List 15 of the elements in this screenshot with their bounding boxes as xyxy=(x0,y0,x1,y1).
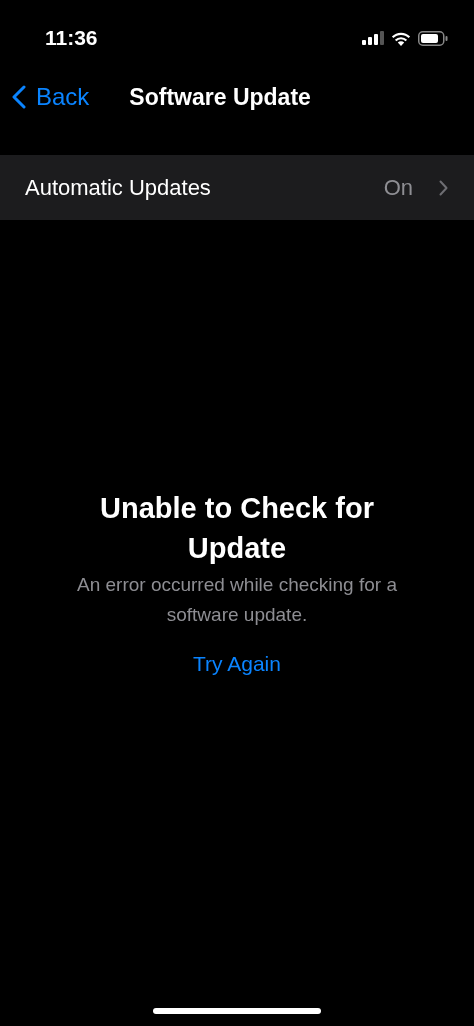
try-again-button[interactable]: Try Again xyxy=(193,652,281,676)
error-message: An error occurred while checking for a software update. xyxy=(76,573,398,627)
status-time: 11:36 xyxy=(45,26,98,50)
back-button[interactable]: Back xyxy=(12,83,90,111)
chevron-right-icon xyxy=(439,179,448,196)
error-title: Unable to Check for Update xyxy=(99,491,375,566)
chevron-left-icon xyxy=(12,85,26,109)
row-label: Automatic Updates xyxy=(25,174,212,201)
settings-row[interactable]: Automatic Updates On xyxy=(0,155,474,220)
wifi-icon xyxy=(391,30,411,46)
home-indicator[interactable] xyxy=(153,1008,321,1014)
battery-icon xyxy=(418,30,448,46)
nav-title: Software Update xyxy=(129,83,311,111)
row-value: On xyxy=(383,174,413,201)
signal-icon xyxy=(362,31,384,45)
